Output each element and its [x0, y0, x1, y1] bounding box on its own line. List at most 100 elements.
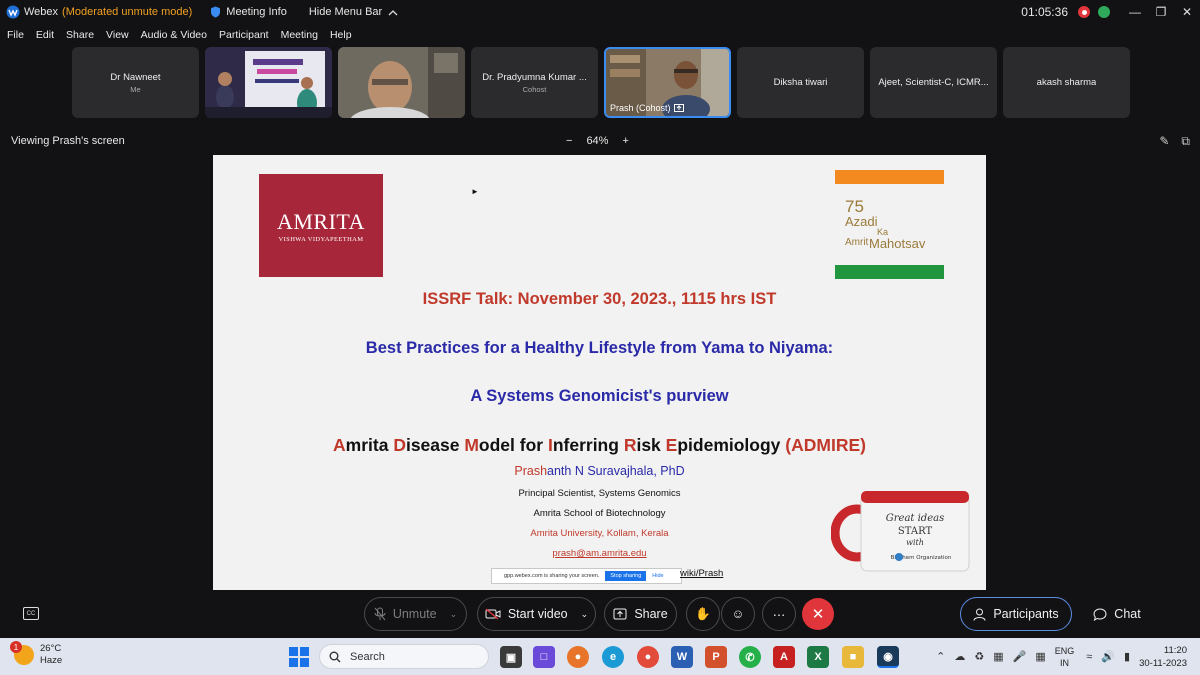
tray-app-icon[interactable]: ☁ — [954, 650, 965, 663]
participant-tile[interactable]: Dr. Pradyumna Kumar ... Cohost — [471, 47, 598, 118]
talk-subtitle: Best Practices for a Healthy Lifestyle f… — [365, 339, 834, 357]
menu-audio-video[interactable]: Audio & Video — [141, 29, 207, 41]
system-date: 30-11-2023 — [1139, 657, 1187, 669]
excel-icon[interactable]: X — [807, 646, 829, 668]
participant-tile[interactable]: Dr Nawneet Me — [72, 47, 199, 118]
participant-video-thumbnail — [205, 47, 332, 118]
hide-menu-bar-button[interactable]: Hide Menu Bar — [309, 6, 398, 18]
amrita-logo: AMRITA VISHWA VIDYAPEETHAM — [259, 174, 383, 277]
language-indicator[interactable]: ENG IN — [1055, 645, 1075, 669]
volume-icon[interactable]: 🔊 — [1101, 650, 1115, 663]
weather-widget[interactable]: 1 26°C Haze — [10, 641, 62, 667]
speaker-name: Prashanth N Suravajhala, PhD — [514, 464, 685, 478]
chat-button[interactable]: Chat — [1082, 597, 1152, 631]
edge-icon[interactable]: e — [602, 646, 624, 668]
firefox-icon[interactable]: ● — [567, 646, 589, 668]
popout-icon[interactable]: ⧉ — [1181, 134, 1190, 149]
menu-edit[interactable]: Edit — [36, 29, 54, 41]
menu-meeting[interactable]: Meeting — [281, 29, 318, 41]
zoom-out-button[interactable]: − — [566, 135, 572, 147]
menu-help[interactable]: Help — [330, 29, 352, 41]
participant-video-tile-active-speaker[interactable]: Prash (Cohost) — [604, 47, 731, 118]
taskbar-search[interactable]: Search — [319, 644, 489, 669]
logo-band-saffron — [835, 170, 944, 184]
menu-share[interactable]: Share — [66, 29, 94, 41]
menu-view[interactable]: View — [106, 29, 129, 41]
search-placeholder: Search — [350, 650, 385, 663]
chat-bubble-icon — [1093, 607, 1107, 621]
menu-participant[interactable]: Participant — [219, 29, 269, 41]
menu-file[interactable]: File — [7, 29, 24, 41]
chat-label: Chat — [1114, 607, 1141, 621]
more-options-button[interactable]: ⋯ — [762, 597, 796, 631]
participant-tile[interactable]: akash sharma — [1003, 47, 1130, 118]
closed-captions-icon[interactable]: CC — [23, 607, 39, 620]
taskbar-app-icon[interactable]: ▣ — [500, 646, 522, 668]
tray-app-icon[interactable]: ▦ — [993, 650, 1003, 663]
meeting-info-button[interactable]: Meeting Info — [210, 6, 287, 18]
shield-icon — [211, 6, 221, 18]
close-icon: ✕ — [811, 606, 825, 623]
start-video-button[interactable]: Start video ⌄ — [477, 597, 596, 631]
powerpoint-icon[interactable]: P — [705, 646, 727, 668]
file-explorer-icon[interactable]: ■ — [842, 646, 864, 668]
participant-tile[interactable]: Ajeet, Scientist-C, ICMR... — [870, 47, 997, 118]
show-hidden-icons[interactable]: ⌃ — [936, 650, 945, 663]
zoom-in-button[interactable]: + — [622, 135, 628, 147]
participant-video-tile[interactable] — [338, 47, 465, 118]
acrobat-icon[interactable]: A — [773, 646, 795, 668]
stop-sharing-button[interactable]: Stop sharing — [605, 571, 647, 581]
video-off-icon — [485, 608, 501, 620]
mug-text-2: START — [898, 526, 933, 537]
network-health-icon[interactable] — [1098, 6, 1110, 18]
more-icon: ⋯ — [772, 607, 786, 622]
close-button[interactable]: ✕ — [1174, 0, 1200, 24]
weather-icon: 1 — [10, 641, 34, 665]
hide-menu-bar-label: Hide Menu Bar — [308, 6, 383, 18]
annotate-icon[interactable]: ✎ — [1159, 134, 1169, 149]
clock-widget[interactable]: 11:20 30-11-2023 — [1139, 644, 1187, 670]
participant-role: Cohost — [522, 84, 547, 94]
participant-video-tile[interactable] — [205, 47, 332, 118]
share-icon — [613, 608, 627, 620]
minimize-button[interactable]: — — [1122, 0, 1148, 24]
raise-hand-icon: ✋ — [695, 606, 711, 621]
taskbar-app-icon[interactable]: □ — [533, 646, 555, 668]
microphone-muted-tray-icon[interactable]: 🎤 — [1013, 650, 1027, 663]
share-screen-icon — [673, 104, 684, 112]
participant-tile[interactable]: Diksha tiwari — [737, 47, 864, 118]
restore-button[interactable]: ❐ — [1148, 0, 1174, 24]
unmute-button[interactable]: Unmute ⌄ — [364, 597, 467, 631]
battery-icon[interactable]: ▮ — [1124, 650, 1130, 663]
whatsapp-icon[interactable]: ✆ — [739, 646, 761, 668]
word-icon[interactable]: W — [671, 646, 693, 668]
tray-app-icon[interactable]: ▦ — [1035, 650, 1045, 663]
chrome-icon[interactable]: ● — [637, 646, 659, 668]
viewing-label: Viewing Prash's screen — [11, 135, 125, 147]
zoom-control: − 64% + — [566, 135, 629, 147]
raise-hand-button[interactable]: ✋ — [686, 597, 720, 631]
hide-notice-button[interactable]: Hide — [652, 573, 663, 579]
chevron-down-icon[interactable]: ⌄ — [581, 609, 589, 620]
mug-text-3: with — [906, 538, 924, 547]
chevron-down-icon[interactable]: ⌄ — [450, 609, 458, 620]
reactions-button[interactable]: ☺ — [721, 597, 755, 631]
start-button[interactable] — [289, 647, 309, 667]
recording-icon[interactable] — [1078, 6, 1090, 18]
share-button[interactable]: Share — [604, 597, 677, 631]
title-bar: Webex (Moderated unmute mode) Meeting In… — [0, 0, 1200, 24]
person-icon — [973, 608, 986, 621]
leave-meeting-button[interactable]: ✕ — [802, 598, 834, 630]
wifi-icon[interactable]: ≈ — [1086, 651, 1092, 663]
language-region: IN — [1060, 657, 1070, 668]
talk-subtitle-2: A Systems Genomicist's purview — [470, 387, 729, 405]
windows-taskbar: 1 26°C Haze Search ▣ □ ● e ● W P ✆ A X ■… — [0, 638, 1200, 675]
azadi-logo-word-1: Azadi — [845, 214, 878, 229]
participants-button[interactable]: Participants — [960, 597, 1072, 631]
mug-text-1: Great ideas — [886, 513, 944, 524]
system-tray: ⌃ ☁ ♻ ▦ 🎤 ▦ ENG IN ≈ 🔊 ▮ 11:20 30-11-202… — [936, 638, 1200, 675]
webex-taskbar-icon[interactable]: ◉ — [877, 646, 899, 668]
tray-app-icon[interactable]: ♻ — [974, 650, 984, 663]
speaker-wiki-link: wiki/Prash — [680, 568, 724, 579]
unmute-label: Unmute — [392, 607, 437, 621]
